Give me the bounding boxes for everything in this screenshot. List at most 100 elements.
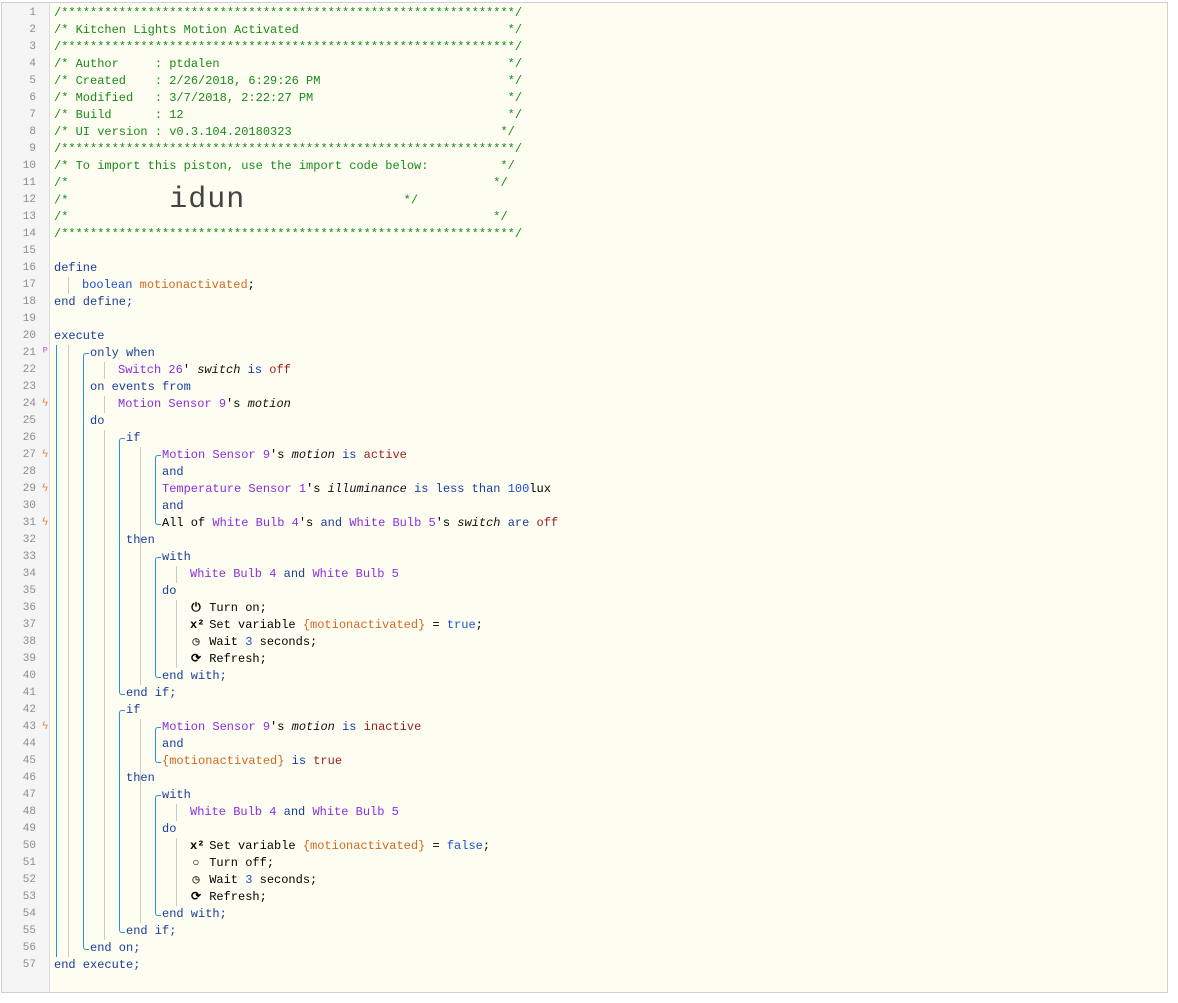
code-token: =	[432, 839, 440, 853]
code-token: 's	[298, 516, 314, 530]
code-line: do	[162, 583, 176, 600]
line-number: 44	[22, 738, 36, 750]
comment-blank: /* */	[54, 176, 508, 190]
line-number: 24	[22, 398, 36, 410]
comment-line: /* To import this piston, use the import…	[54, 158, 515, 175]
line-number: 35	[22, 585, 36, 597]
code-token: 's	[435, 516, 451, 530]
variable-name: motionactivated	[139, 278, 248, 292]
device-switch-26: Switch 26	[118, 363, 183, 377]
line-number: 13	[22, 211, 36, 223]
line-number: 21	[22, 347, 36, 359]
line-number: 28	[22, 466, 36, 478]
code-line: ◷ Wait 3 seconds;	[190, 634, 317, 651]
variable-ref: {motionactivated}	[162, 754, 285, 768]
line-number: 1	[29, 7, 36, 19]
indent-guide	[176, 600, 177, 668]
keyword-with: with	[162, 550, 191, 564]
line-number: 42	[22, 704, 36, 716]
line-number: 53	[22, 891, 36, 903]
clock-icon: ◷	[192, 873, 200, 887]
set-variable-icon: x²	[190, 839, 205, 853]
code-line: end with;	[162, 906, 227, 923]
line-number: 39	[22, 653, 36, 665]
line-number: 50	[22, 840, 36, 852]
block-bracket-line	[155, 732, 156, 757]
comment-line: /* Modified : 3/7/2018, 2:22:27 PM */	[54, 90, 522, 107]
device-white-bulb-5: White Bulb 5	[312, 805, 399, 819]
keyword-end-if: end if;	[126, 924, 177, 938]
keyword-end-define: end define;	[54, 295, 134, 309]
block-bracket-line	[83, 358, 84, 944]
line-number: 7	[29, 109, 36, 121]
code-line: execute	[54, 328, 104, 345]
import-code-line: /* idun */	[54, 185, 419, 215]
device-white-bulb-5: White Bulb 5	[312, 567, 399, 581]
code-token: is	[247, 363, 263, 377]
line-number: 16	[22, 262, 36, 274]
attribute-illuminance: illuminance	[327, 482, 407, 496]
clock-icon: ◷	[192, 635, 200, 649]
line-number: 8	[29, 126, 36, 138]
code-line: end if;	[126, 685, 176, 702]
trigger-bolt-icon: ϟ	[41, 449, 49, 461]
block-bracket-bottom	[155, 672, 161, 678]
line-number: 49	[22, 823, 36, 835]
build-meta: /* Build : 12 */	[54, 108, 523, 122]
line-number: 22	[22, 364, 36, 376]
code-line: Switch 26' switch is off	[118, 362, 291, 379]
command-wait: Wait	[209, 635, 239, 649]
trigger-bolt-icon: ϟ	[41, 398, 49, 410]
code-line: only when	[90, 345, 155, 362]
code-line: White Bulb 4 and White Bulb 5	[190, 804, 399, 821]
command-wait: Wait	[209, 873, 239, 887]
keyword-end-on: end on;	[90, 941, 141, 955]
line-number-gutter: 1 2 3 4 5 6 7 8 9 10 11 12 13 14 15 16 17 18 19 20 21 22 23 24 2…	[2, 3, 50, 992]
block-bracket-bottom	[155, 519, 161, 525]
line-number: 54	[22, 908, 36, 920]
value-off: off	[536, 516, 559, 530]
line-number: 20	[22, 330, 36, 342]
code-line: x² Set variable {motionactivated} = fals…	[190, 838, 490, 855]
comment-line: /* Author : ptdalen */	[54, 56, 522, 73]
code-line: Temperature Sensor 1's illuminance is le…	[162, 481, 551, 498]
line-number: 3	[29, 41, 36, 53]
line-number: 14	[22, 228, 36, 240]
code-line: end define;	[54, 294, 133, 311]
code-token: is less than	[414, 482, 501, 496]
code-line: with	[162, 787, 191, 804]
code-token: and	[283, 805, 306, 819]
attribute-switch: switch	[197, 363, 241, 377]
line-number: 33	[22, 551, 36, 563]
code-token: All of	[162, 516, 206, 530]
code-line: ⏻ Turn on;	[190, 600, 267, 617]
indent-guide	[140, 447, 141, 685]
device-white-bulb-4: White Bulb 4	[190, 567, 277, 581]
code-token: seconds;	[259, 873, 318, 887]
line-number: 26	[22, 432, 36, 444]
code-token: is	[291, 754, 307, 768]
code-line: boolean motionactivated;	[82, 277, 255, 294]
code-line: Motion Sensor 9's motion	[118, 396, 291, 413]
code-token: ;	[247, 278, 255, 292]
code-line: define	[54, 260, 97, 277]
value-inactive: inactive	[363, 720, 422, 734]
line-number: 25	[22, 415, 36, 427]
created-meta: /* Created : 2/26/2018, 6:29:26 PM */	[54, 74, 523, 88]
comment-line: /***************************************…	[54, 141, 522, 158]
line-number: 18	[22, 296, 36, 308]
line-number: 56	[22, 942, 36, 954]
comment-suffix: */	[245, 193, 419, 208]
type-boolean: boolean	[82, 278, 133, 292]
comment-line: /* Build : 12 */	[54, 107, 522, 124]
block-bracket-line	[155, 800, 156, 910]
code-token: ;	[482, 839, 491, 853]
trigger-bolt-icon: ϟ	[41, 483, 49, 495]
indent-guide	[176, 804, 177, 821]
trigger-bolt-icon: ϟ	[41, 517, 49, 529]
line-number: 19	[22, 313, 36, 325]
keyword-only-when: only when	[90, 346, 155, 360]
indent-guide	[176, 566, 177, 583]
power-off-icon: ○	[192, 856, 200, 870]
keyword-if: if	[126, 703, 141, 717]
